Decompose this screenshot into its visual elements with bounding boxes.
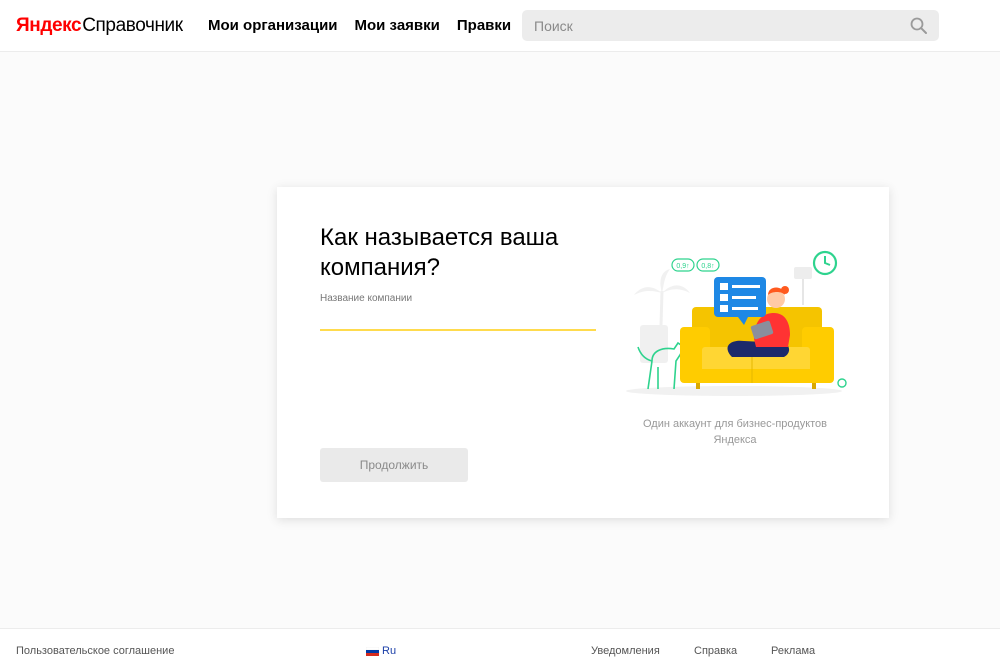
person-on-sofa-illustration: 0,9↑ 0,8↑ [626, 250, 847, 396]
footer-terms-link[interactable]: Пользовательское соглашение [16, 645, 174, 657]
company-name-input[interactable] [320, 307, 596, 331]
badge-text: 0,8↑ [701, 263, 714, 270]
search-icon[interactable] [909, 16, 929, 36]
main-nav: Мои организации Мои заявки Правки [208, 16, 528, 36]
company-name-label: Название компании [320, 293, 413, 304]
footer-ads-link[interactable]: Реклама [771, 645, 815, 657]
badge-text: 0,9↑ [676, 263, 689, 270]
search-box [522, 10, 939, 41]
card-title: Как называется ваша компания? [320, 224, 559, 281]
logo-service: Справочник [82, 15, 183, 36]
logo-brand: Яндекс [16, 15, 82, 36]
nav-my-organizations[interactable]: Мои организации [208, 16, 338, 36]
rating-badge: 0,8↑ [696, 258, 720, 272]
company-name-card: Как называется ваша компания? Название к… [277, 187, 889, 518]
continue-button[interactable]: Продолжить [320, 448, 468, 482]
coin-icon [837, 378, 847, 388]
nav-my-requests[interactable]: Мои заявки [355, 16, 440, 36]
clock-icon [812, 250, 838, 276]
russian-flag-icon [365, 646, 380, 656]
footer: Пользовательское соглашение Ru Уведомлен… [0, 628, 1000, 667]
illustration: 0,9↑ 0,8↑ [622, 243, 847, 403]
nav-edits[interactable]: Правки [457, 16, 511, 36]
language-switcher[interactable]: Ru [365, 645, 397, 657]
footer-help-link[interactable]: Справка [694, 645, 737, 657]
rating-badge: 0,9↑ [671, 258, 695, 272]
footer-notifications-link[interactable]: Уведомления [591, 645, 660, 657]
header: Яндекс Справочник Мои организации Мои за… [0, 0, 1000, 52]
caption-text: Один аккаунт для бизнес-продуктов Яндекс… [642, 418, 828, 446]
search-input[interactable] [522, 10, 902, 41]
language-label: Ru [382, 645, 397, 657]
logo[interactable]: Яндекс Справочник [16, 12, 183, 40]
